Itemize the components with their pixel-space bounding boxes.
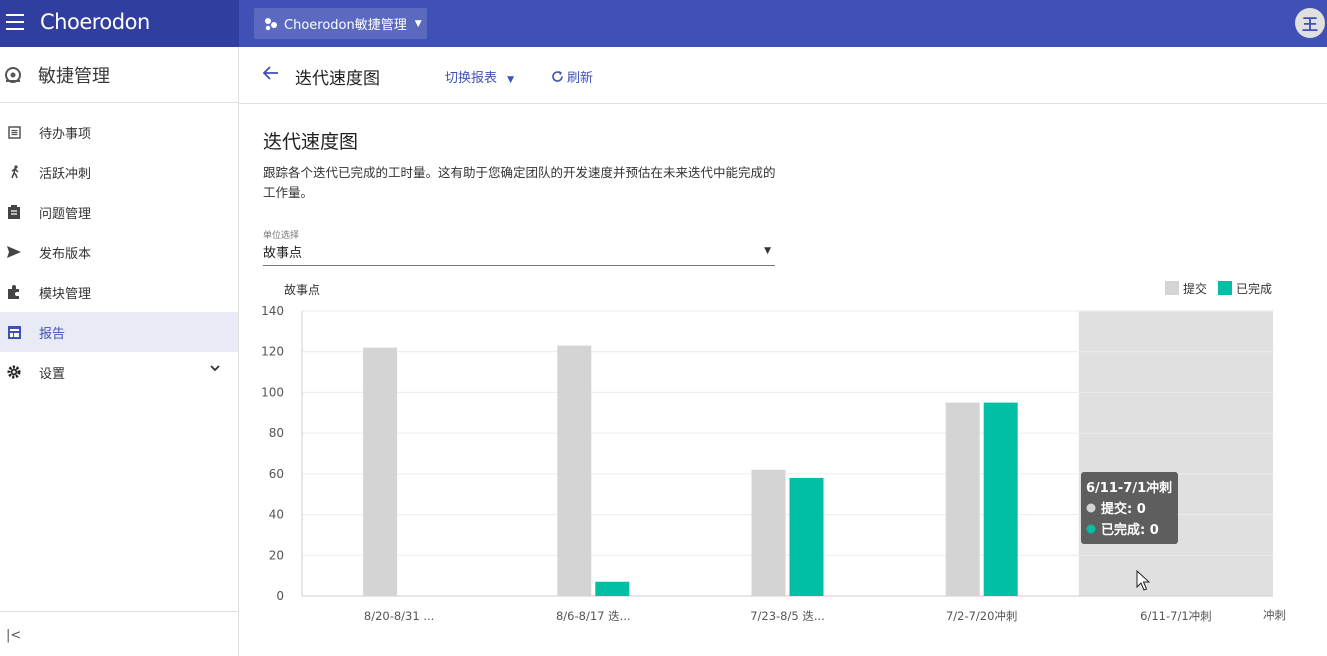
sidebar-item-label: 设置 [39, 366, 66, 382]
velocity-chart-svg: 0 20 40 60 80 100 120 140故事点 8/20-8/31 ... 8/6-8/… [261, 281, 1286, 623]
sidebar-item-backlog[interactable]: 待办事项 [0, 112, 238, 152]
sidebar-item-reports[interactable]: 报告 [0, 312, 238, 352]
y-tick-label: 100 [261, 385, 284, 399]
velocity-chart: 0 20 40 60 80 100 120 140 故事点 8/20-8/31 ... 8/6-8/… [239, 275, 1327, 635]
sidebar: 敏捷管理 待办事项 活跃冲刺 问题管理 发布版本 模块管理 报告 设置 |< [0, 47, 239, 656]
run-icon [6, 164, 22, 180]
tooltip-line: 已完成: 0 [1101, 522, 1159, 538]
sidebar-item-active-sprint[interactable]: 活跃冲刺 [0, 152, 238, 192]
sidebar-item-label: 问题管理 [39, 206, 92, 222]
refresh-icon [552, 71, 563, 82]
sidebar-item-label: 待办事项 [39, 126, 92, 142]
chevron-down-icon [210, 365, 220, 372]
y-tick-label: 60 [269, 467, 284, 481]
sidebar-item-settings[interactable]: 设置 [0, 352, 238, 392]
project-name: Choerodon敏捷管理 [284, 18, 407, 33]
brand-logo[interactable]: Choerodon [40, 10, 150, 34]
y-tick-label: 0 [276, 589, 284, 603]
sidebar-item-label: 发布版本 [39, 246, 92, 262]
unit-select-label: 单位选择 [263, 231, 300, 241]
page-title: 迭代速度图 [295, 69, 380, 89]
tooltip-line: 提交: 0 [1101, 501, 1146, 517]
x-tick-label: 8/20-8/31 ... [364, 609, 434, 623]
backlog-icon [6, 124, 22, 140]
switch-report-label: 切换报表 [445, 71, 498, 86]
puzzle-icon [6, 284, 22, 300]
sidebar-footer: |< [0, 611, 238, 656]
sidebar-item-issues[interactable]: 问题管理 [0, 192, 238, 232]
caret-down-icon: ▼ [507, 75, 515, 85]
y-tick-label: 20 [269, 548, 284, 562]
bar-completed [789, 477, 824, 596]
legend-swatch [1165, 281, 1179, 295]
refresh-button[interactable]: 刷新 [551, 67, 593, 86]
legend-swatch [1218, 281, 1232, 295]
clipboard-icon [6, 204, 22, 220]
x-tick-label: 6/11-7/1冲刺 [1140, 609, 1211, 623]
sidebar-title: 敏捷管理 [38, 65, 110, 87]
tooltip-dot-committed [1086, 503, 1096, 513]
sidebar-item-label: 模块管理 [39, 286, 92, 302]
back-arrow-icon[interactable] [263, 66, 279, 80]
bar-committed [557, 345, 592, 596]
brand-bar: Choerodon [0, 0, 239, 47]
switch-report-button[interactable]: 切换报表 ▼ [445, 67, 514, 86]
tooltip-dot-completed [1086, 524, 1096, 534]
highlight-band [1078, 311, 1273, 596]
y-axis-label: 故事点 [284, 282, 320, 297]
bar-committed [945, 402, 980, 596]
sidebar-item-releases[interactable]: 发布版本 [0, 232, 238, 272]
report-description: 跟踪各个迭代已完成的工时量。这有助于您确定团队的开发速度并预估在未来迭代中能完成… [263, 165, 776, 200]
unit-select[interactable]: 故事点 ▼ [263, 242, 775, 266]
y-tick-label: 140 [261, 304, 284, 318]
bar-committed [363, 347, 398, 596]
sidebar-item-modules[interactable]: 模块管理 [0, 272, 238, 312]
top-bar: Choerodon Choerodon敏捷管理 ▼ 王 [0, 0, 1327, 47]
x-tick-label: 8/6-8/17 迭... [556, 609, 631, 623]
bar-completed [983, 402, 1018, 596]
sidebar-header: 敏捷管理 [0, 47, 238, 103]
project-icon [265, 17, 277, 30]
y-tick-label: 120 [261, 345, 284, 359]
bar-committed [751, 469, 786, 596]
y-tick-label: 80 [269, 426, 284, 440]
send-icon [6, 244, 22, 260]
collapse-sidebar-button[interactable]: |< [6, 628, 21, 643]
page-header: 迭代速度图 切换报表 ▼ 刷新 [239, 47, 1327, 104]
unit-select-value: 故事点 [263, 246, 303, 261]
report-heading: 迭代速度图 [263, 131, 359, 153]
bar-completed [595, 581, 630, 596]
gear-icon [6, 364, 22, 380]
project-selector[interactable]: Choerodon敏捷管理 ▼ [254, 8, 427, 39]
x-overflow-label: 冲刺 [1263, 608, 1286, 622]
sidebar-item-label: 报告 [39, 326, 66, 342]
avatar[interactable]: 王 [1295, 8, 1325, 38]
chevron-down-icon: ▼ [414, 18, 422, 29]
caret-down-icon: ▼ [764, 246, 771, 256]
y-tick-label: 40 [269, 508, 284, 522]
agile-icon [5, 66, 21, 83]
tooltip-title: 6/11-7/1冲刺 [1086, 480, 1172, 496]
legend-label: 提交 [1183, 281, 1207, 296]
x-tick-label: 7/23-8/5 迭... [750, 609, 825, 623]
refresh-label: 刷新 [567, 71, 594, 86]
menu-icon[interactable] [6, 14, 24, 30]
report-icon [6, 324, 22, 340]
legend-label: 已完成 [1236, 281, 1272, 296]
x-tick-label: 7/2-7/20冲刺 [946, 609, 1017, 623]
sidebar-item-label: 活跃冲刺 [39, 166, 92, 182]
